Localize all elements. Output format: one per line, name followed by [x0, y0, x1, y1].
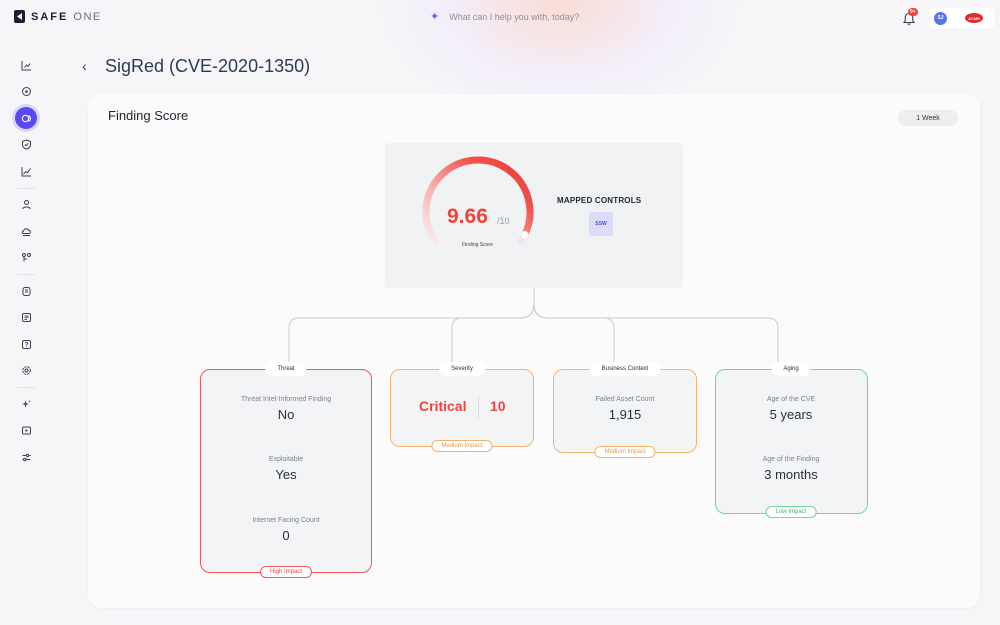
- business-context-tag: Business Context: [589, 362, 661, 376]
- aging-tag: Aging: [771, 362, 811, 376]
- sliders-icon: [22, 453, 30, 461]
- media-icon: [21, 426, 31, 435]
- cve-age-label: Age of the CVE: [766, 396, 816, 403]
- sidebar-item-integrations[interactable]: [12, 245, 40, 272]
- sidebar-item-dashboard[interactable]: [12, 52, 40, 79]
- org-logo: ACME: [965, 13, 983, 23]
- sidebar-item-identities[interactable]: [12, 192, 40, 219]
- back-chevron-icon[interactable]: ‹: [82, 58, 87, 74]
- logo-primary: SAFE: [31, 10, 69, 23]
- cloud-icon: [21, 228, 31, 236]
- sidebar-item-preferences[interactable]: [12, 444, 40, 471]
- user-menu[interactable]: SJ ACME: [930, 8, 994, 28]
- logo-secondary: ONE: [73, 10, 102, 23]
- sidebar-item-ai[interactable]: [12, 391, 40, 418]
- exploitable-label: Exploitable: [268, 456, 304, 463]
- chart-bar-icon: [21, 60, 31, 71]
- severity-impact-badge: Medium Impact: [431, 440, 493, 452]
- threat-intel-value: No: [277, 407, 295, 422]
- gauge-knob: [520, 230, 529, 240]
- failed-asset-value: 1,915: [608, 407, 642, 422]
- sidebar-item-targets[interactable]: [12, 79, 40, 106]
- sidebar-item-cloud[interactable]: [12, 218, 40, 245]
- sidebar-item-reports[interactable]: [12, 305, 40, 332]
- sidebar-item-trends[interactable]: [12, 158, 40, 185]
- top-bar: SAFE ONE ✦ 9+ SJ ACME: [0, 0, 1000, 36]
- sidebar-item-assets[interactable]: [12, 278, 40, 305]
- sidebar-divider: [17, 387, 35, 388]
- threat-intel-label: Threat Intel-Informed Finding: [240, 396, 332, 403]
- threat-tag: Threat: [265, 362, 307, 376]
- app-logo[interactable]: SAFE ONE: [14, 10, 102, 23]
- severity-tag: Severity: [439, 362, 485, 376]
- findings-icon: [21, 114, 31, 123]
- aging-factor-box: [715, 369, 868, 514]
- internet-facing-label: Internet Facing Count: [252, 517, 320, 524]
- internet-facing-value: 0: [282, 528, 290, 543]
- severity-level: Critical: [419, 398, 467, 414]
- exploitable-value: Yes: [275, 467, 297, 482]
- page-title: SigRed (CVE-2020-1350): [105, 56, 311, 76]
- database-icon: [22, 286, 30, 296]
- failed-asset-label: Failed Asset Count: [595, 396, 655, 403]
- notification-badge: 9+: [908, 8, 918, 16]
- sparkle-icon: ✦: [430, 11, 440, 23]
- time-range-button[interactable]: 1 Week: [898, 110, 958, 126]
- user-icon: [21, 200, 31, 210]
- finding-age-value: 3 months: [764, 467, 818, 482]
- help-icon: [21, 339, 31, 349]
- sidebar-item-help[interactable]: [12, 331, 40, 358]
- finding-age-label: Age of the Finding: [762, 456, 820, 463]
- cve-age-value: 5 years: [769, 407, 813, 422]
- threat-impact-badge: High Impact: [259, 566, 313, 578]
- mapped-controls-title: MAPPED CONTROLS: [557, 196, 642, 205]
- severity-value: 10: [490, 398, 506, 414]
- sidebar-item-media[interactable]: [12, 418, 40, 445]
- aging-impact-badge: Low Impact: [765, 506, 817, 518]
- avatar[interactable]: SJ: [934, 11, 947, 25]
- score-label: Finding Score: [462, 242, 493, 248]
- shield-icon: [21, 139, 31, 150]
- sidebar-divider: [17, 187, 35, 189]
- score-max: /10: [497, 216, 510, 226]
- score-value: 9.66: [447, 205, 488, 228]
- business-impact-badge: Medium Impact: [594, 446, 656, 458]
- search-input[interactable]: [449, 11, 650, 22]
- gauge-fill: [422, 156, 534, 246]
- sidebar-item-settings[interactable]: [12, 358, 40, 385]
- sidebar-item-security[interactable]: [12, 132, 40, 159]
- sparkle-icon: [21, 399, 31, 408]
- sidebar: [12, 52, 40, 471]
- settings-icon: [21, 366, 31, 376]
- logo-text: SAFE ONE: [31, 11, 102, 23]
- card-title: Finding Score: [108, 108, 189, 123]
- severity-divider: [478, 396, 479, 418]
- mapped-control-chip[interactable]: SSW: [589, 212, 613, 236]
- integration-icon: [21, 253, 31, 262]
- sidebar-item-findings[interactable]: [12, 105, 40, 132]
- target-icon: [21, 87, 31, 97]
- sidebar-divider: [17, 274, 35, 275]
- trend-line-icon: [21, 166, 31, 177]
- ai-search[interactable]: ✦: [430, 10, 650, 23]
- list-icon: [21, 313, 31, 323]
- active-indicator: [15, 107, 37, 130]
- logo-mark-icon: [14, 10, 25, 23]
